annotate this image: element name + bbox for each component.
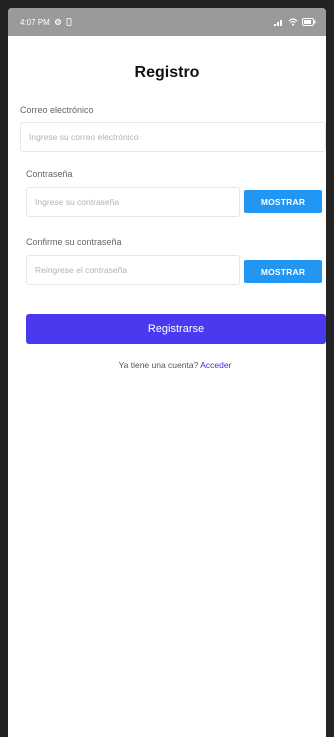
phone-icon — [66, 18, 72, 26]
login-prompt-row: Ya tiene una cuenta? Acceder — [8, 360, 326, 370]
confirm-password-label: Confirme su contraseña — [26, 237, 122, 247]
register-button[interactable]: Registrarse — [26, 314, 326, 344]
login-link[interactable]: Acceder — [200, 360, 231, 370]
app-screen: 4:07 PM Registro Correo electrónico Ingr… — [8, 8, 326, 737]
status-right — [274, 18, 316, 26]
page-title: Registro — [134, 64, 200, 81]
wifi-icon — [288, 18, 298, 26]
password-label: Contraseña — [26, 169, 73, 179]
battery-icon — [302, 18, 316, 26]
status-bar: 4:07 PM — [8, 8, 326, 36]
status-time: 4:07 PM — [20, 17, 50, 27]
status-left: 4:07 PM — [20, 18, 72, 27]
show-confirm-password-button[interactable]: MOSTRAR — [244, 260, 322, 283]
show-password-button[interactable]: MOSTRAR — [244, 190, 322, 213]
password-field[interactable] — [26, 187, 240, 217]
email-field[interactable] — [20, 122, 326, 152]
confirm-password-field[interactable] — [26, 255, 240, 285]
gear-icon — [54, 18, 62, 26]
email-label: Correo electrónico — [20, 105, 94, 115]
device-frame: 4:07 PM Registro Correo electrónico Ingr… — [0, 0, 334, 737]
signal-icon — [274, 18, 284, 26]
login-prompt-text: Ya tiene una cuenta? — [118, 360, 201, 370]
